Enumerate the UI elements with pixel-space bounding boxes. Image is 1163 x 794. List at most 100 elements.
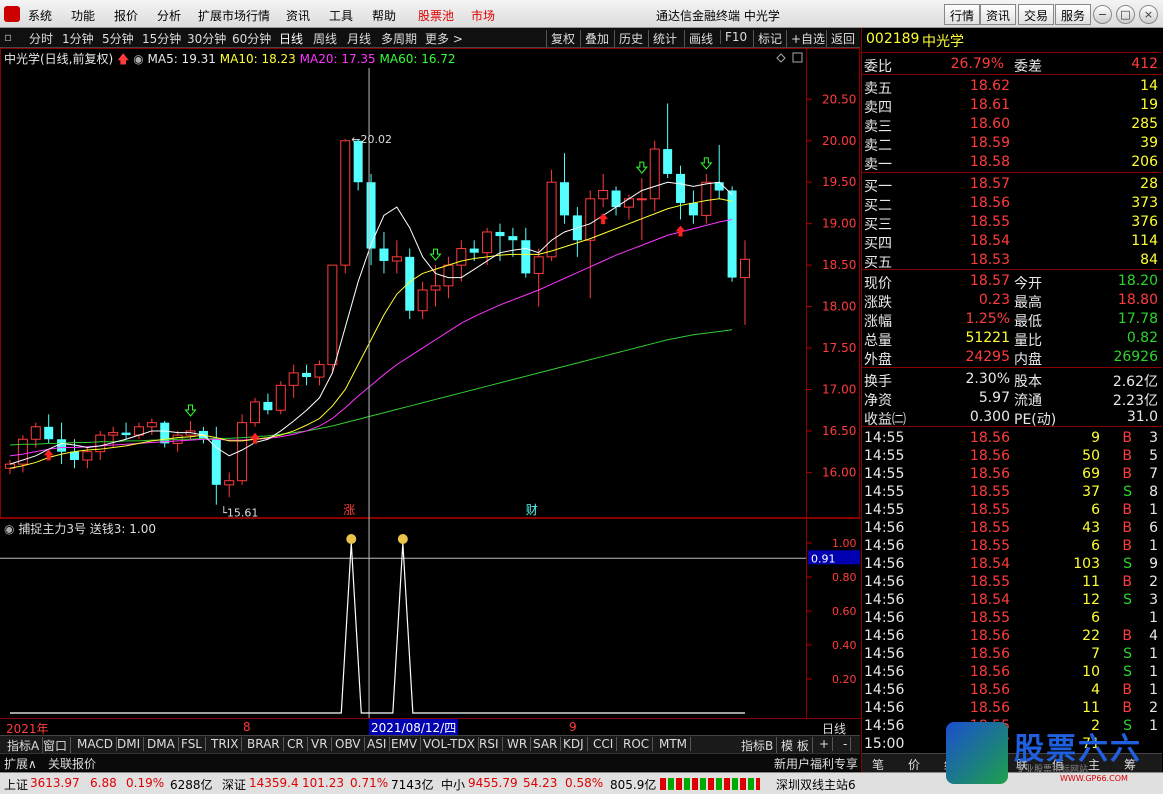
tick-count: 1	[1149, 610, 1158, 626]
indicator-tab-1[interactable]: 窗口	[40, 737, 72, 754]
tick-time: 14:55	[864, 466, 905, 482]
collapse-icon[interactable]: ▫	[4, 30, 12, 44]
tool-f10[interactable]: F10	[720, 30, 747, 44]
tick-count: 2	[1149, 700, 1158, 716]
indicator-tab-11[interactable]: ASI	[364, 737, 391, 751]
tick-side: B	[1122, 466, 1132, 482]
period-60min[interactable]: 60分钟	[232, 30, 271, 47]
sh-pct: 0.19%	[126, 776, 165, 790]
indicator-tab-16[interactable]: SAR	[530, 737, 562, 751]
indicator-tab-20[interactable]: MTM	[656, 737, 692, 751]
tick-side: S	[1123, 592, 1132, 608]
indicator-tab-12[interactable]: EMV	[388, 737, 422, 751]
menu-tools[interactable]: 工具	[329, 7, 353, 24]
main-pane-border	[0, 48, 860, 518]
tool-back[interactable]: 返回	[826, 30, 855, 47]
candle-up	[623, 198, 634, 208]
indicator-tab-19[interactable]: ROC	[620, 737, 654, 751]
menu-news[interactable]: 资讯	[286, 7, 310, 24]
stat2-label-1: 净资	[864, 393, 892, 409]
tool-adjust[interactable]: 复权	[546, 30, 575, 47]
period-daily[interactable]: 日线	[279, 30, 303, 47]
indicator-tab-18[interactable]: CCI	[590, 737, 618, 751]
indicator-right-tab-2[interactable]: +	[816, 737, 834, 751]
watermark: 股票六六 专业股票指标网站 WWW.GP66.COM	[940, 718, 1160, 788]
indicator-tab-3[interactable]: DMI	[114, 737, 145, 751]
btn-trade[interactable]: 交易	[1018, 4, 1055, 25]
indicator-tab-9[interactable]: VR	[308, 737, 332, 751]
btn-service[interactable]: 服务	[1055, 4, 1092, 25]
indicator-tab-6[interactable]: TRIX	[208, 737, 243, 751]
menu-ext-market[interactable]: 扩展市场行情	[198, 7, 270, 24]
candle-up	[82, 451, 93, 461]
tick-price: 18.55	[969, 484, 1010, 500]
period-30min[interactable]: 30分钟	[187, 30, 226, 47]
period-more[interactable]: 更多 >	[425, 30, 463, 47]
menu-analysis[interactable]: 分析	[157, 7, 181, 24]
candle-down	[121, 432, 131, 436]
y-tick-label: 16.00	[822, 465, 856, 479]
tool-overlay[interactable]: 叠加	[580, 30, 609, 47]
tool-mark[interactable]: 标记	[753, 30, 782, 47]
period-monthly[interactable]: 月线	[347, 30, 371, 47]
close-icon[interactable]: ×	[1139, 5, 1158, 24]
indicator-tab-17[interactable]: KDJ	[560, 737, 588, 751]
settings-icon[interactable]: ◉	[133, 52, 143, 66]
indicator-right-tab-3[interactable]: -	[840, 737, 852, 751]
indicator-tab-7[interactable]: BRAR	[244, 737, 284, 751]
quote-tab-1[interactable]: 价	[908, 756, 920, 773]
btn-news[interactable]: 资讯	[980, 4, 1017, 25]
sell-arrow-icon	[635, 161, 648, 174]
menu-quote[interactable]: 报价	[114, 7, 138, 24]
stat2-row: 净资 5.97 流通 2.23亿	[862, 389, 1162, 409]
tool-add-fav[interactable]: +自选	[786, 30, 825, 47]
menu-system[interactable]: 系统	[28, 7, 52, 24]
period-weekly[interactable]: 周线	[313, 30, 337, 47]
indicator-tab-14[interactable]: RSI	[476, 737, 503, 751]
indicator-right-tab-0[interactable]: 指标B	[738, 737, 778, 754]
tick-time: 14:56	[864, 682, 905, 698]
maximize-icon[interactable]: □	[1116, 5, 1135, 24]
bid-row: 买五 18.53 84	[862, 251, 1162, 271]
stat-label-1: 总量	[864, 333, 892, 349]
minimize-icon[interactable]: −	[1093, 5, 1112, 24]
ext-related-quote[interactable]: 关联报价	[48, 755, 96, 772]
candle-down	[663, 149, 673, 174]
kline-chart[interactable]: 20.50 20.00 19.50 19.00 18.50 18.00 17.50 17.00…	[0, 48, 860, 718]
menu-market[interactable]: 市场	[471, 7, 495, 24]
period-multi[interactable]: 多周期	[381, 30, 417, 47]
sz-change: 101.23	[302, 776, 344, 790]
ask-vol: 14	[1140, 78, 1158, 94]
indicator-tab-4[interactable]: DMA	[144, 737, 179, 751]
date-month-9: 9	[569, 720, 577, 734]
period-5min[interactable]: 5分钟	[102, 30, 134, 47]
indicator-tab-2[interactable]: MACD	[74, 737, 117, 751]
y-tick-label: 16.50	[822, 424, 856, 438]
tool-stats[interactable]: 统计	[648, 30, 677, 47]
period-1min[interactable]: 1分钟	[62, 30, 94, 47]
tool-draw[interactable]: 画线	[684, 30, 713, 47]
indicator-tab-8[interactable]: CR	[284, 737, 308, 751]
btn-quote[interactable]: 行情	[944, 4, 981, 25]
indicator-tab-15[interactable]: WR	[504, 737, 532, 751]
quote-tab-0[interactable]: 笔	[872, 756, 884, 773]
indicator-tab-0[interactable]: 指标A	[4, 737, 44, 754]
sub-settings-icon[interactable]: ◉	[4, 522, 14, 536]
ma60-line	[9, 329, 733, 446]
indicator-tab-5[interactable]: FSL	[178, 737, 206, 751]
menu-function[interactable]: 功能	[71, 7, 95, 24]
ext-new-user-promo[interactable]: 新用户福利专享	[774, 755, 858, 772]
period-15min[interactable]: 15分钟	[142, 30, 181, 47]
indicator-tab-10[interactable]: OBV	[332, 737, 365, 751]
tool-history[interactable]: 历史	[614, 30, 643, 47]
menu-help[interactable]: 帮助	[372, 7, 396, 24]
menu-stock-pool[interactable]: 股票池	[418, 7, 454, 24]
ext-toggle[interactable]: 扩展∧	[4, 755, 37, 772]
indicator-right-tab-1[interactable]: 模 板	[778, 737, 813, 754]
tick-vol: 6	[1091, 538, 1100, 554]
period-tick[interactable]: 分时	[29, 30, 53, 47]
indicator-tab-13[interactable]: VOL-TDX	[420, 737, 479, 751]
tick-count: 5	[1149, 448, 1158, 464]
ask-vol: 206	[1131, 154, 1158, 170]
bid-vol: 114	[1131, 233, 1158, 249]
